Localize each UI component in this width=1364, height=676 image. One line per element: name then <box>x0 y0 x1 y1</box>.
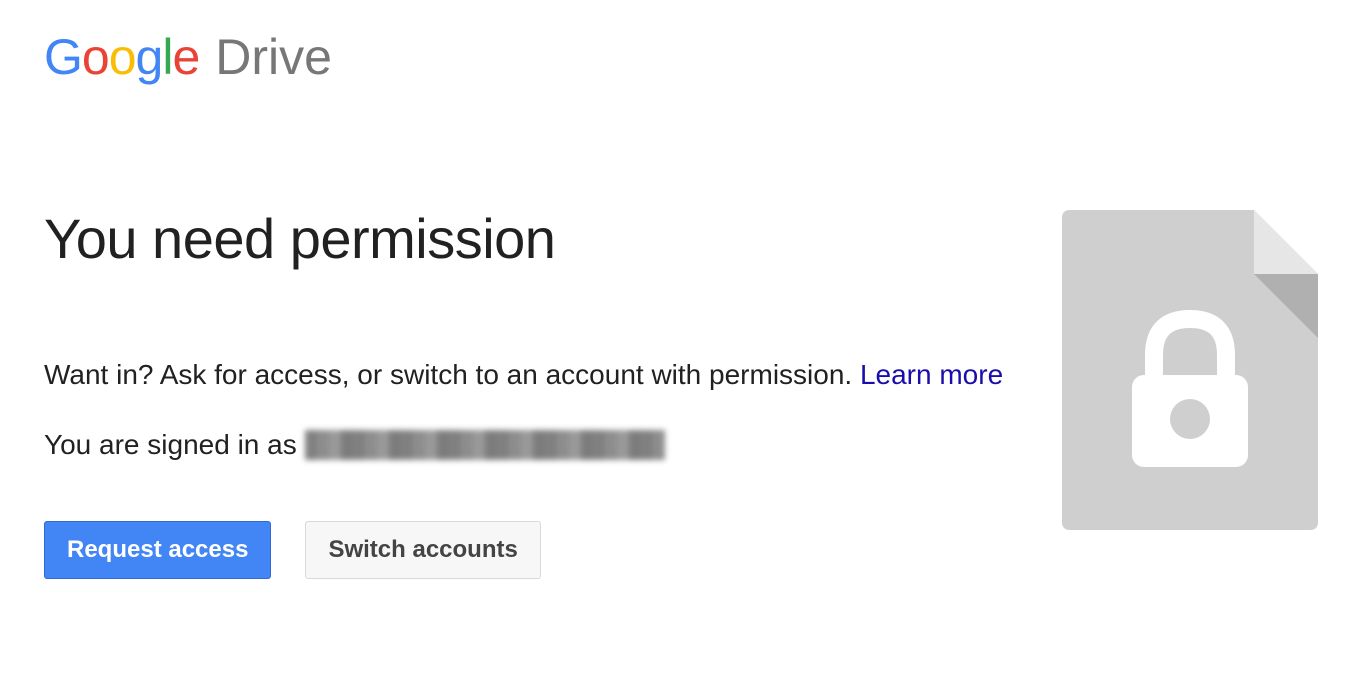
google-logo: Google <box>44 28 199 86</box>
request-access-button[interactable]: Request access <box>44 521 271 579</box>
header: Google Drive <box>44 28 1320 86</box>
locked-file-icon <box>1062 210 1318 530</box>
page-title: You need permission <box>44 206 1003 271</box>
button-row: Request access Switch accounts <box>44 521 1003 579</box>
content-column: You need permission Want in? Ask for acc… <box>44 206 1003 579</box>
product-name: Drive <box>215 28 332 86</box>
signed-in-row: You are signed in as <box>44 429 1003 461</box>
learn-more-link[interactable]: Learn more <box>860 359 1003 390</box>
description-body: Want in? Ask for access, or switch to an… <box>44 359 860 390</box>
description-text: Want in? Ask for access, or switch to an… <box>44 351 1003 399</box>
signed-in-prefix: You are signed in as <box>44 429 297 461</box>
signed-in-email-redacted <box>305 430 665 460</box>
switch-accounts-button[interactable]: Switch accounts <box>305 521 540 579</box>
